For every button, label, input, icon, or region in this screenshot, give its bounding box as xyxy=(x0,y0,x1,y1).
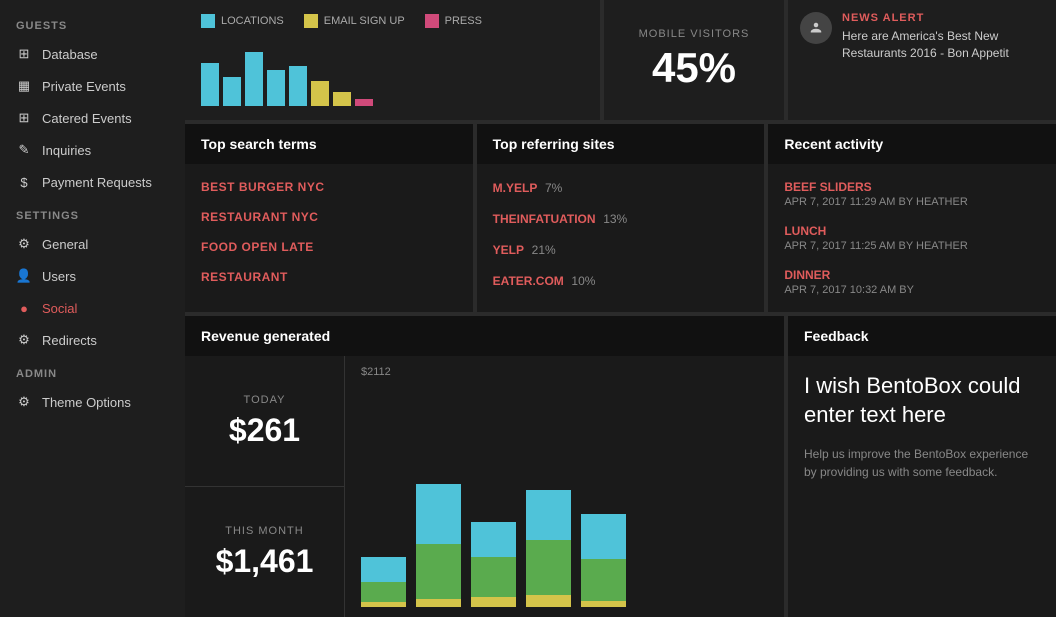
bar-stack-3 xyxy=(526,490,571,607)
referring-item-1[interactable]: THEINFATUATION 13% xyxy=(493,205,749,232)
bar-stack-0 xyxy=(361,557,406,607)
feedback-body: I wish BentoBox could enter text here He… xyxy=(788,356,1056,617)
dollar-icon: $ xyxy=(16,174,32,190)
revenue-month: THIS MONTH $1,461 xyxy=(185,487,344,617)
users-icon: 👤 xyxy=(16,268,32,284)
bar-3 xyxy=(526,490,571,607)
grid-icon: ⊞ xyxy=(16,110,32,126)
news-text: Here are America's Best New Restaurants … xyxy=(842,28,1044,62)
revenue-today: TODAY $261 xyxy=(185,356,344,487)
bar-4 xyxy=(581,514,626,607)
referring-sites-body: M.YELP 7% THEINFATUATION 13% YELP 21% EA… xyxy=(477,164,765,304)
feedback-card: Feedback I wish BentoBox could enter tex… xyxy=(788,316,1056,617)
gear-icon: ⚙ xyxy=(16,236,32,252)
chart-legend: LOCATIONS EMAIL SIGN UP PRESS xyxy=(201,14,584,28)
top-search-terms-card: Top search terms BEST BURGER NYC RESTAUR… xyxy=(185,124,473,312)
locations-dot xyxy=(201,14,215,28)
sidebar: GUESTS ⊞ Database ▦ Private Events ⊞ Cat… xyxy=(0,0,185,617)
sidebar-item-inquiries[interactable]: ✎ Inquiries xyxy=(0,134,185,166)
feedback-heading: I wish BentoBox could enter text here xyxy=(804,372,1040,429)
news-icon xyxy=(800,12,832,44)
revenue-card: Revenue generated TODAY $261 THIS MONTH … xyxy=(185,316,784,617)
revenue-chart: $2112 xyxy=(345,356,784,617)
bar-stack-1 xyxy=(416,484,461,607)
bar-stack-2 xyxy=(471,522,516,607)
main-content: LOCATIONS EMAIL SIGN UP PRESS xyxy=(185,0,1056,617)
guests-section-label: GUESTS xyxy=(0,8,185,38)
referring-item-3[interactable]: EATER.COM 10% xyxy=(493,267,749,294)
search-term-1[interactable]: RESTAURANT NYC xyxy=(201,204,457,230)
news-alert-label: NEWS ALERT xyxy=(842,12,1044,24)
recent-activity-header: Recent activity xyxy=(768,124,1056,164)
search-terms-header: Top search terms xyxy=(185,124,473,164)
mobile-visitors-value: 45% xyxy=(652,44,736,92)
top-row: LOCATIONS EMAIL SIGN UP PRESS xyxy=(185,0,1056,120)
sidebar-item-payment-requests[interactable]: $ Payment Requests xyxy=(0,166,185,198)
recent-item-2: DINNER APR 7, 2017 10:32 AM BY xyxy=(784,262,1040,302)
sidebar-item-theme-options[interactable]: ⚙ Theme Options xyxy=(0,386,185,418)
bar-1 xyxy=(416,484,461,607)
mobile-visitors-panel: MOBILE VISITORS 45% xyxy=(604,0,784,120)
bottom-row: Revenue generated TODAY $261 THIS MONTH … xyxy=(185,316,1056,617)
theme-gear-icon: ⚙ xyxy=(16,394,32,410)
recent-item-1: LUNCH APR 7, 2017 11:25 AM BY HEATHER xyxy=(784,218,1040,258)
chart-max-label: $2112 xyxy=(361,366,768,378)
search-term-2[interactable]: FOOD OPEN LATE xyxy=(201,234,457,260)
sidebar-item-redirects[interactable]: ⚙ Redirects xyxy=(0,324,185,356)
mobile-visitors-label: MOBILE VISITORS xyxy=(639,28,750,40)
database-icon: ⊞ xyxy=(16,46,32,62)
referring-sites-header: Top referring sites xyxy=(477,124,765,164)
recent-activity-body: BEEF SLIDERS APR 7, 2017 11:29 AM BY HEA… xyxy=(768,164,1056,312)
sidebar-item-social[interactable]: ● Social xyxy=(0,292,185,324)
calendar-icon: ▦ xyxy=(16,78,32,94)
recent-activity-card: Recent activity BEEF SLIDERS APR 7, 2017… xyxy=(768,124,1056,312)
revenue-header: Revenue generated xyxy=(185,316,784,356)
bar-stack-4 xyxy=(581,514,626,607)
legend-press: PRESS xyxy=(425,14,482,28)
top-referring-sites-card: Top referring sites M.YELP 7% THEINFATUA… xyxy=(477,124,765,312)
revenue-stats: TODAY $261 THIS MONTH $1,461 xyxy=(185,356,345,617)
mid-row: Top search terms BEST BURGER NYC RESTAUR… xyxy=(185,124,1056,312)
sidebar-item-database[interactable]: ⊞ Database xyxy=(0,38,185,70)
sidebar-item-general[interactable]: ⚙ General xyxy=(0,228,185,260)
revenue-body: TODAY $261 THIS MONTH $1,461 $2112 xyxy=(185,356,784,617)
bar-2 xyxy=(471,522,516,607)
press-dot xyxy=(425,14,439,28)
bar-chart xyxy=(361,384,768,607)
news-panel: NEWS ALERT Here are America's Best New R… xyxy=(788,0,1056,120)
news-content: NEWS ALERT Here are America's Best New R… xyxy=(842,12,1044,62)
referring-item-2[interactable]: YELP 21% xyxy=(493,236,749,263)
feedback-header: Feedback xyxy=(788,316,1056,356)
redirects-icon: ⚙ xyxy=(16,332,32,348)
sidebar-item-users[interactable]: 👤 Users xyxy=(0,260,185,292)
admin-section-label: ADMIN xyxy=(0,356,185,386)
legend-locations: LOCATIONS xyxy=(201,14,284,28)
search-terms-body: BEST BURGER NYC RESTAURANT NYC FOOD OPEN… xyxy=(185,164,473,300)
search-term-3[interactable]: RESTAURANT xyxy=(201,264,457,290)
referring-item-0[interactable]: M.YELP 7% xyxy=(493,174,749,201)
edit-icon: ✎ xyxy=(16,142,32,158)
social-icon: ● xyxy=(16,300,32,316)
sidebar-item-catered-events[interactable]: ⊞ Catered Events xyxy=(0,102,185,134)
sidebar-item-private-events[interactable]: ▦ Private Events xyxy=(0,70,185,102)
bar-0 xyxy=(361,557,406,607)
legend-email-signup: EMAIL SIGN UP xyxy=(304,14,405,28)
chart-panel: LOCATIONS EMAIL SIGN UP PRESS xyxy=(185,0,600,120)
feedback-description: Help us improve the BentoBox experience … xyxy=(804,445,1040,481)
search-term-0[interactable]: BEST BURGER NYC xyxy=(201,174,457,200)
recent-item-0: BEEF SLIDERS APR 7, 2017 11:29 AM BY HEA… xyxy=(784,174,1040,214)
settings-section-label: SETTINGS xyxy=(0,198,185,228)
email-signup-dot xyxy=(304,14,318,28)
